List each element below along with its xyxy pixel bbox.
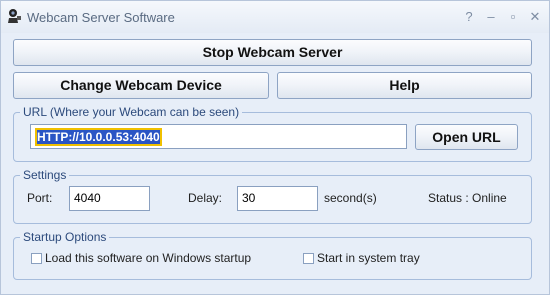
- open-url-button[interactable]: Open URL: [415, 124, 518, 150]
- startup-options-group: Startup Options Load this software on Wi…: [13, 230, 532, 280]
- stop-server-button[interactable]: Stop Webcam Server: [13, 39, 532, 66]
- settings-group: Settings Port: 4040 Delay: 30 second(s) …: [13, 168, 532, 224]
- port-label: Port:: [27, 191, 53, 205]
- status-text: Status : Online: [428, 191, 507, 205]
- delay-input[interactable]: 30: [237, 186, 318, 211]
- close-button[interactable]: ✕: [525, 9, 545, 25]
- startup-options-legend: Startup Options: [20, 230, 110, 244]
- help-button[interactable]: Help: [277, 72, 532, 99]
- title-bar: Webcam Server Software ? – ▫ ✕: [1, 1, 549, 33]
- port-input[interactable]: 4040: [69, 186, 150, 211]
- settings-legend: Settings: [20, 168, 70, 182]
- url-text-selection: HTTP://10.0.0.53:4040: [35, 128, 162, 146]
- maximize-button[interactable]: ▫: [503, 9, 523, 25]
- url-field[interactable]: HTTP://10.0.0.53:4040: [30, 124, 407, 149]
- delay-unit-label: second(s): [324, 191, 377, 205]
- load-on-startup-checkbox[interactable]: [31, 253, 42, 264]
- window-title: Webcam Server Software: [27, 10, 175, 25]
- help-titlebar-icon[interactable]: ?: [459, 9, 479, 25]
- url-group-legend: URL (Where your Webcam can be seen): [20, 105, 243, 119]
- load-on-startup-label[interactable]: Load this software on Windows startup: [45, 251, 251, 265]
- start-in-tray-checkbox[interactable]: [303, 253, 314, 264]
- url-group: URL (Where your Webcam can be seen) HTTP…: [13, 105, 532, 162]
- delay-label: Delay:: [188, 191, 223, 205]
- minimize-button[interactable]: –: [481, 9, 501, 25]
- url-value: HTTP://10.0.0.53:4040: [37, 130, 160, 144]
- start-in-tray-label[interactable]: Start in system tray: [317, 251, 420, 265]
- webcam-app-icon: [8, 9, 21, 23]
- app-window: Webcam Server Software ? – ▫ ✕ Stop Webc…: [0, 0, 550, 295]
- change-webcam-device-button[interactable]: Change Webcam Device: [13, 72, 269, 99]
